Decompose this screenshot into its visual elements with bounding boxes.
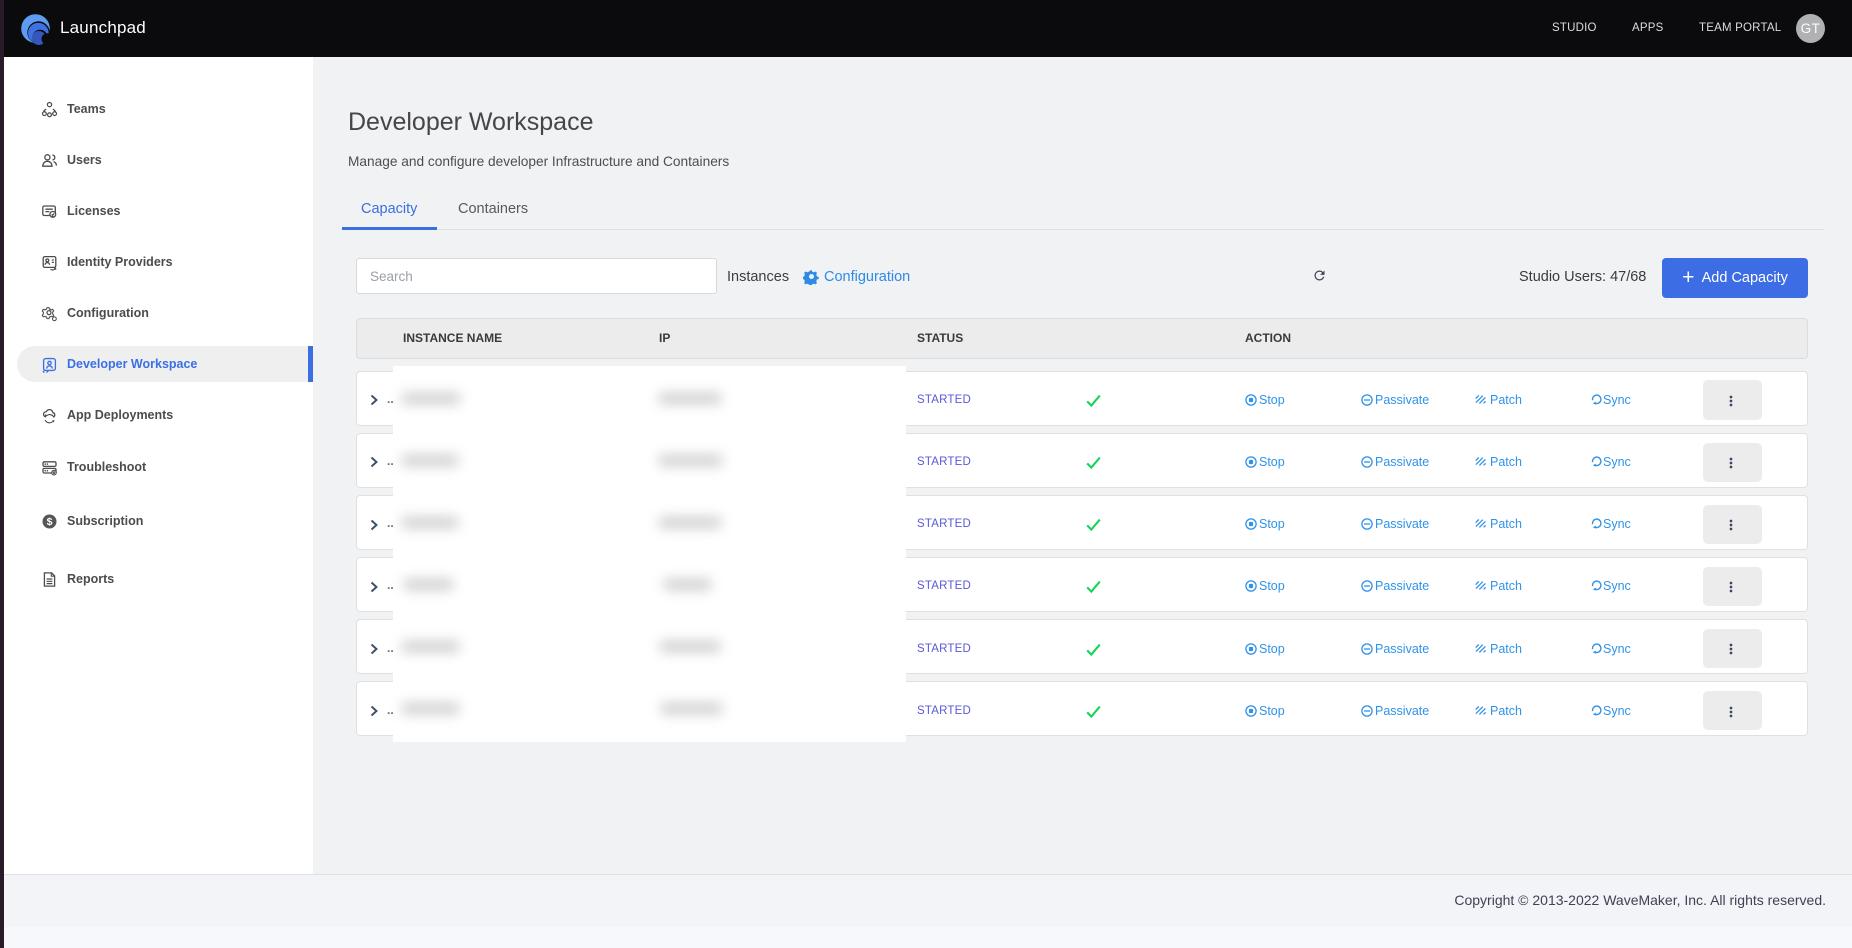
svg-text:$: $ [47, 516, 53, 528]
